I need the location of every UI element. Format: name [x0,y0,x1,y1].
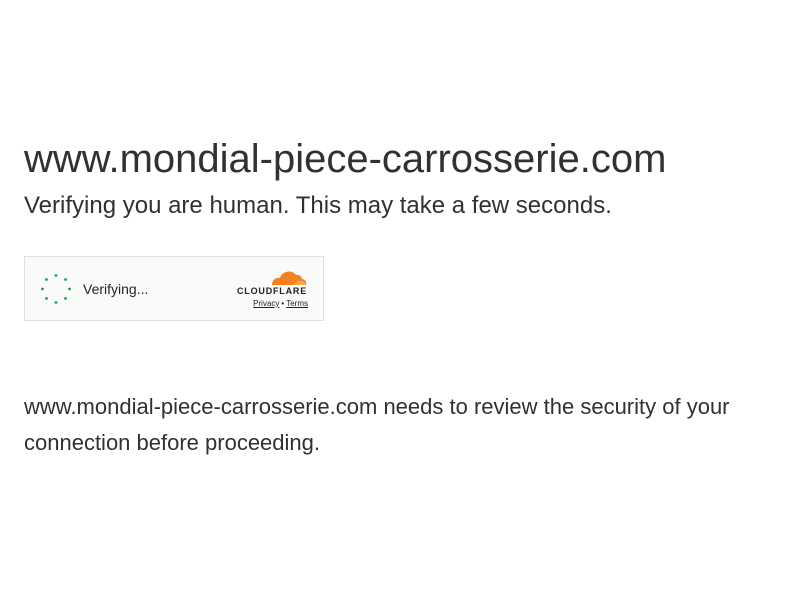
privacy-link[interactable]: Privacy [253,299,279,308]
loading-spinner-icon [41,274,71,304]
verifying-status-label: Verifying... [83,281,149,297]
cloudflare-logo: CLOUDFLARE [237,271,307,296]
cloudflare-wordmark: CLOUDFLARE [237,286,307,296]
challenge-widget[interactable]: Verifying... CLOUDFLARE Privacy • Terms [24,256,324,321]
terms-link[interactable]: Terms [286,299,308,308]
page-title: www.mondial-piece-carrosserie.com [24,137,667,181]
verification-subtitle: Verifying you are human. This may take a… [24,192,612,219]
footer-links: Privacy • Terms [253,299,308,309]
link-separator: • [281,299,285,308]
security-notice: www.mondial-piece-carrosserie.com needs … [24,394,730,455]
cloudflare-brand: CLOUDFLARE Privacy • Terms [232,267,308,311]
